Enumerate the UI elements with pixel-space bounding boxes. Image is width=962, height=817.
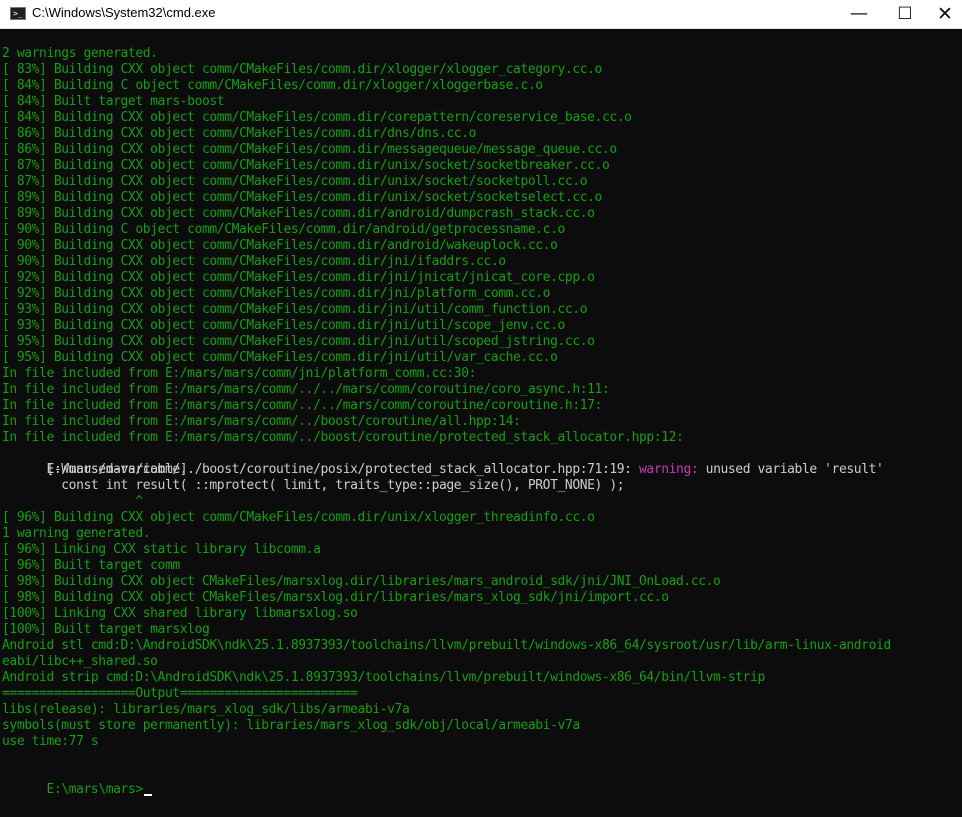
console-line: [ 87%] Building CXX object comm/CMakeFil… [2,174,588,189]
console-line: ^ [74,31,82,36]
console-line: In file included from E:/mars/mars/comm/… [2,414,521,429]
console-line: [ 84%] Building C object comm/CMakeFiles… [2,78,543,93]
console-output[interactable]: ^ 2 warnings generated. [ 83%] Building … [2,31,962,817]
console-line: [ 92%] Building CXX object comm/CMakeFil… [2,270,595,285]
console-line: [ 83%] Building CXX object comm/CMakeFil… [2,62,602,77]
console-line: In file included from E:/mars/mars/comm/… [2,382,610,397]
terminal-window: >_ C:\Windows\System32\cmd.exe — ☐ ✕ ^ 2… [0,0,962,817]
console-line: use time:77 s [2,734,99,749]
command-prompt-line[interactable]: E:\mars\mars> [2,766,152,797]
maximize-button[interactable]: ☐ [882,0,928,28]
console-line: [ 84%] Built target mars-boost [2,94,225,109]
console-line: In file included from E:/mars/mars/comm/… [2,398,602,413]
warning-caret-line: ^ [2,494,143,509]
console-line: In file included from E:/mars/mars/comm/… [2,366,477,381]
warning-label: warning: [639,462,699,477]
console-line: 1 warning generated. [2,526,151,541]
source-code-line: const int result( ::mprotect( limit, tra… [2,478,625,493]
console-line: Android strip cmd:D:\AndroidSDK\ndk\25.1… [2,670,765,685]
close-button[interactable]: ✕ [928,0,962,28]
console-line: In file included from E:/mars/mars/comm/… [2,430,684,445]
command-prompt[interactable]: E:\mars\mars> [46,782,143,797]
warning-text: unused variable 'result' [698,462,884,477]
console-line: [ 86%] Building CXX object comm/CMakeFil… [2,126,477,141]
console-line: [ 86%] Building CXX object comm/CMakeFil… [2,142,617,157]
console-line: [ 96%] Linking CXX static library libcom… [2,542,321,557]
title-bar[interactable]: >_ C:\Windows\System32\cmd.exe — ☐ ✕ [0,0,962,29]
text-cursor-icon [143,794,152,796]
console-line: [ 95%] Building CXX object comm/CMakeFil… [2,334,595,349]
console-line: 2 warnings generated. [2,46,158,61]
warning-message: E:/mars/mars/comm/../boost/coroutine/pos… [2,446,883,477]
console-icon: >_ [10,7,26,20]
console-line: [ 96%] Built target comm [2,558,180,573]
console-line: [ 93%] Building CXX object comm/CMakeFil… [2,302,588,317]
console-line: [ 84%] Building CXX object comm/CMakeFil… [2,110,632,125]
console-line: Android stl cmd:D:\AndroidSDK\ndk\25.1.8… [2,638,891,653]
console-line: [ 89%] Building CXX object comm/CMakeFil… [2,190,602,205]
console-line: libs(release): libraries/mars_xlog_sdk/l… [2,702,410,717]
console-line: [ 89%] Building CXX object comm/CMakeFil… [2,206,595,221]
window-title: C:\Windows\System32\cmd.exe [32,5,216,20]
console-line: eabi/libc++_shared.so [2,654,158,669]
console-line: [ 90%] Building CXX object comm/CMakeFil… [2,238,558,253]
console-line: ==================Output================… [2,686,358,701]
minimize-button[interactable]: — [836,0,882,28]
console-line: [ 90%] Building CXX object comm/CMakeFil… [2,254,506,269]
console-line: symbols(must store permanently): librari… [2,718,580,733]
console-line: [ 96%] Building CXX object comm/CMakeFil… [2,510,595,525]
console-line: [ 93%] Building CXX object comm/CMakeFil… [2,318,565,333]
console-line: [ 95%] Building CXX object comm/CMakeFil… [2,350,558,365]
console-line: [ 92%] Building CXX object comm/CMakeFil… [2,286,551,301]
console-line: [ 98%] Building CXX object CMakeFiles/ma… [2,590,669,605]
console-line: [ 87%] Building CXX object comm/CMakeFil… [2,158,610,173]
console-line: [100%] Linking CXX shared library libmar… [2,606,358,621]
warning-flag-line: [-Wunused-variable] [2,462,188,477]
console-line: [100%] Built target marsxlog [2,622,210,637]
console-line: [ 98%] Building CXX object CMakeFiles/ma… [2,574,721,589]
console-line: [ 90%] Building C object comm/CMakeFiles… [2,222,565,237]
